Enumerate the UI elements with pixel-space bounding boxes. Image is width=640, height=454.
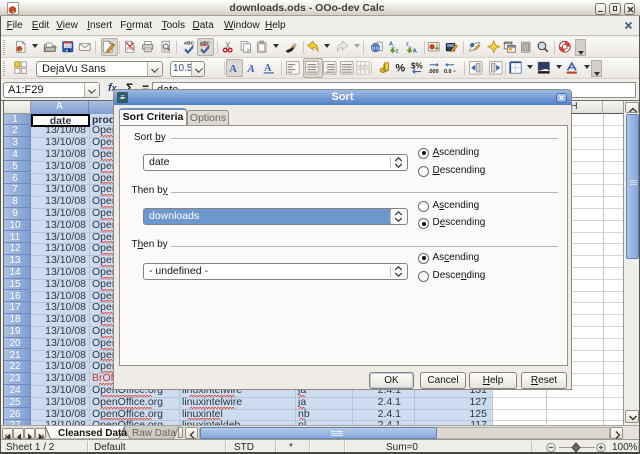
svg-text:.000: .000: [428, 69, 439, 75]
svg-text:PDF: PDF: [127, 47, 135, 51]
svg-text:A: A: [247, 63, 255, 75]
svg-text:Cleansed Data: Cleansed Data: [58, 428, 127, 439]
svg-text:A: A: [389, 41, 394, 47]
svg-text:A: A: [413, 49, 418, 54]
svg-text:A: A: [229, 63, 237, 75]
svg-text:0.0: 0.0: [444, 69, 452, 75]
svg-text:%: %: [395, 63, 405, 75]
svg-text:Raw Data: Raw Data: [132, 428, 176, 439]
svg-text:$%: $%: [411, 62, 423, 71]
svg-text:z: z: [406, 41, 409, 47]
